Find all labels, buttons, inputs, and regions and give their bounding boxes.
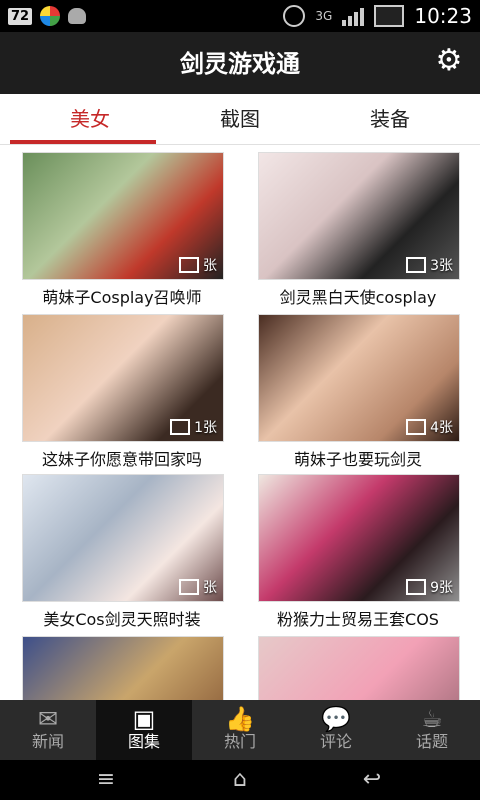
photo-count: 3张 — [406, 255, 453, 275]
image-icon — [179, 257, 199, 273]
gallery-card[interactable]: 张 美女Cos剑灵天照时装 — [22, 474, 224, 630]
gallery-thumbnail[interactable]: 张 — [22, 474, 224, 602]
nav-comments[interactable]: 💬 评论 — [288, 700, 384, 760]
battery-icon — [374, 5, 405, 27]
gallery-caption: 美女Cos剑灵天照时装 — [43, 610, 201, 629]
image-icon — [406, 257, 427, 273]
gallery-thumbnail[interactable]: 4张 — [258, 314, 460, 442]
comment-icon: 💬 — [321, 705, 351, 733]
tab-beauty[interactable]: 美女 — [10, 94, 170, 144]
gallery-caption: 萌妹子也要玩剑灵 — [293, 450, 422, 469]
photo-count: 张 — [179, 577, 217, 597]
home-icon[interactable]: ⌂ — [222, 768, 258, 792]
gallery-card[interactable]: 9张 粉猴力士贸易王套COS — [258, 474, 460, 630]
tab-equipment[interactable]: 装备 — [310, 94, 470, 144]
bottom-navigation: ✉ 新闻 ▣ 图集 👍 热门 💬 评论 ☕ 话题 — [0, 700, 480, 760]
status-left: 72 — [8, 6, 87, 26]
android-debug-icon — [68, 8, 87, 24]
gallery-icon: ▣ — [132, 705, 156, 733]
gallery-card[interactable]: 4张 萌妹子也要玩剑灵 — [258, 314, 460, 470]
nav-hot[interactable]: 👍 热门 — [192, 700, 288, 760]
photo-count: 1张 — [170, 417, 217, 437]
gallery-thumbnail[interactable] — [22, 636, 224, 700]
alarm-icon — [283, 5, 306, 27]
image-icon — [406, 579, 427, 595]
gallery-thumbnail[interactable]: 1张 — [22, 314, 224, 442]
nav-gallery[interactable]: ▣ 图集 — [96, 700, 192, 760]
gallery-card[interactable]: 1张 这妹子你愿意带回家吗 — [22, 314, 224, 470]
menu-icon[interactable]: ≡ — [88, 768, 124, 792]
gallery-caption: 剑灵黑白天使cosplay — [279, 288, 437, 307]
signal-icon — [342, 6, 365, 26]
app-header: 剑灵游戏通 ⚙ — [0, 32, 480, 94]
status-bar: 72 3G 10:23 — [0, 0, 480, 32]
gallery-thumbnail[interactable]: 张 — [22, 152, 224, 280]
gallery-caption: 萌妹子Cosplay召唤师 — [42, 288, 202, 307]
gallery-card[interactable]: 3张 剑灵黑白天使cosplay — [258, 152, 460, 308]
image-icon — [170, 419, 191, 435]
gallery-card[interactable] — [258, 636, 460, 700]
tab-screenshots[interactable]: 截图 — [160, 94, 320, 144]
status-right: 3G 10:23 — [283, 4, 472, 28]
settings-gear-icon[interactable]: ⚙ — [434, 46, 464, 76]
image-icon — [406, 419, 427, 435]
gallery-card[interactable]: 张 萌妹子Cosplay召唤师 — [22, 152, 224, 308]
nav-topics[interactable]: ☕ 话题 — [384, 700, 480, 760]
image-icon — [179, 579, 199, 595]
network-type: 3G — [315, 9, 333, 23]
mail-icon: ✉ — [37, 705, 59, 733]
nav-news[interactable]: ✉ 新闻 — [0, 700, 96, 760]
status-time: 10:23 — [414, 4, 472, 28]
app-notification-icon — [40, 6, 61, 26]
coffee-icon: ☕ — [421, 705, 443, 733]
gallery-caption: 这妹子你愿意带回家吗 — [41, 450, 202, 469]
photo-count: 4张 — [406, 417, 453, 437]
gallery-thumbnail[interactable]: 3张 — [258, 152, 460, 280]
notification-count-badge: 72 — [8, 7, 33, 25]
gallery-caption: 粉猴力士贸易王套COS — [277, 610, 439, 629]
gallery-thumbnail[interactable]: 9张 — [258, 474, 460, 602]
system-navigation-bar: ≡ ⌂ ↩ — [0, 760, 480, 800]
app-title: 剑灵游戏通 — [180, 50, 300, 78]
thumbs-up-icon: 👍 — [225, 705, 255, 733]
photo-count: 张 — [179, 255, 217, 275]
gallery-card[interactable] — [22, 636, 224, 700]
gallery-thumbnail[interactable] — [258, 636, 460, 700]
photo-count: 9张 — [406, 577, 453, 597]
back-icon[interactable]: ↩ — [354, 768, 390, 792]
gallery-grid: 张 萌妹子Cosplay召唤师 3张 剑灵黑白天使cosplay 1张 这妹子你… — [0, 144, 480, 700]
category-tabs: 美女 截图 装备 — [0, 94, 480, 145]
